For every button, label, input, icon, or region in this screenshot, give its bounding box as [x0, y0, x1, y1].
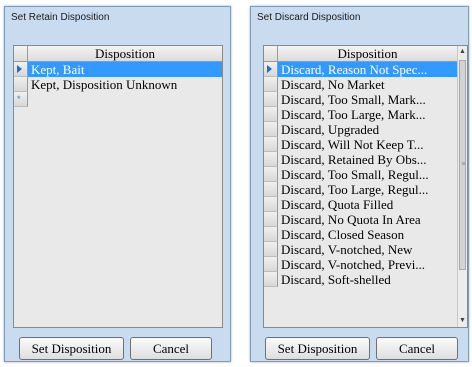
current-row-arrow-icon — [267, 65, 272, 73]
scrollbar-thumb[interactable]: ≡ — [459, 60, 466, 270]
new-row[interactable]: * — [14, 92, 28, 107]
row-selector[interactable] — [264, 167, 278, 182]
disposition-cell[interactable]: Kept, Bait — [28, 62, 222, 77]
row-selector[interactable] — [264, 62, 278, 77]
column-header-disposition[interactable]: Disposition — [278, 46, 457, 61]
row-selector[interactable] — [264, 107, 278, 122]
set-disposition-button[interactable]: Set Disposition — [19, 337, 124, 360]
new-row-asterisk-icon: * — [17, 94, 21, 104]
list-item[interactable]: Discard, Too Small, Regul... — [264, 167, 457, 182]
row-selector[interactable] — [264, 137, 278, 152]
set-disposition-button[interactable]: Set Disposition — [265, 337, 370, 360]
disposition-cell[interactable]: Kept, Disposition Unknown — [28, 77, 222, 92]
retain-dialog-title: Set Retain Disposition — [11, 12, 110, 23]
list-item[interactable]: Discard, V-notched, New — [264, 242, 457, 257]
column-header-disposition[interactable]: Disposition — [28, 46, 222, 61]
list-item[interactable]: Discard, Too Small, Mark... — [264, 92, 457, 107]
row-selector[interactable] — [264, 227, 278, 242]
cancel-button[interactable]: Cancel — [376, 337, 458, 360]
row-selector[interactable] — [264, 182, 278, 197]
list-item[interactable]: Kept, Bait — [14, 62, 222, 77]
disposition-cell[interactable]: Discard, Closed Season — [278, 227, 457, 242]
retain-dialog: Set Retain Disposition Disposition Kept,… — [4, 6, 231, 362]
row-selector[interactable] — [264, 272, 278, 287]
list-item[interactable]: Discard, Retained By Obs... — [264, 152, 457, 167]
cancel-button[interactable]: Cancel — [130, 337, 212, 360]
list-item[interactable]: Discard, Will Not Keep T... — [264, 137, 457, 152]
list-item[interactable]: Discard, Quota Filled — [264, 197, 457, 212]
list-item[interactable]: Discard, Reason Not Spec... — [264, 62, 457, 77]
disposition-cell[interactable]: Discard, Quota Filled — [278, 197, 457, 212]
disposition-cell[interactable]: Discard, Will Not Keep T... — [278, 137, 457, 152]
row-selector[interactable] — [264, 92, 278, 107]
disposition-cell[interactable]: Discard, Soft-shelled — [278, 272, 457, 287]
discard-dialog: Set Discard Disposition Disposition ▲ ≡ … — [250, 6, 469, 362]
list-item[interactable]: Discard, Upgraded — [264, 122, 457, 137]
disposition-cell[interactable]: Discard, Reason Not Spec... — [278, 62, 457, 77]
row-selector[interactable] — [264, 197, 278, 212]
grid-header: Disposition — [264, 46, 457, 62]
scrollbar-grip-icon: ≡ — [461, 161, 466, 168]
disposition-cell[interactable]: Discard, Upgraded — [278, 122, 457, 137]
list-item[interactable]: Discard, Too Large, Regul... — [264, 182, 457, 197]
disposition-cell[interactable]: Discard, V-notched, Previ... — [278, 257, 457, 272]
row-selector[interactable]: * — [14, 92, 28, 107]
row-selector[interactable] — [264, 122, 278, 137]
disposition-cell[interactable]: Discard, V-notched, New — [278, 242, 457, 257]
list-item[interactable]: Kept, Disposition Unknown — [14, 77, 222, 92]
disposition-cell[interactable]: Discard, Too Large, Mark... — [278, 107, 457, 122]
disposition-cell[interactable]: Discard, Retained By Obs... — [278, 152, 457, 167]
row-selector[interactable] — [264, 242, 278, 257]
list-item[interactable]: Discard, No Market — [264, 77, 457, 92]
header-corner — [264, 46, 278, 61]
list-item[interactable]: Discard, Closed Season — [264, 227, 457, 242]
disposition-cell[interactable]: Discard, Too Small, Regul... — [278, 167, 457, 182]
disposition-cell[interactable]: Discard, Too Large, Regul... — [278, 182, 457, 197]
list-item[interactable]: Discard, No Quota In Area — [264, 212, 457, 227]
list-item[interactable]: Discard, V-notched, Previ... — [264, 257, 457, 272]
discard-dialog-title: Set Discard Disposition — [257, 12, 361, 23]
row-selector[interactable] — [264, 212, 278, 227]
scroll-up-icon[interactable]: ▲ — [458, 46, 467, 58]
list-item[interactable]: Discard, Soft-shelled — [264, 272, 457, 287]
row-selector[interactable] — [14, 62, 28, 77]
vertical-scrollbar[interactable]: ▲ ≡ ▼ — [457, 46, 467, 327]
list-item[interactable]: Discard, Too Large, Mark... — [264, 107, 457, 122]
discard-disposition-grid[interactable]: Disposition ▲ ≡ ▼ Discard, Reason Not Sp… — [263, 45, 468, 328]
disposition-cell[interactable]: Discard, No Market — [278, 77, 457, 92]
row-selector[interactable] — [264, 257, 278, 272]
disposition-cell[interactable]: Discard, No Quota In Area — [278, 212, 457, 227]
header-corner — [14, 46, 28, 61]
grid-header: Disposition — [14, 46, 222, 62]
row-selector[interactable] — [264, 77, 278, 92]
retain-disposition-grid[interactable]: Disposition Kept, Bait Kept, Disposition … — [13, 45, 223, 328]
scroll-down-icon[interactable]: ▼ — [458, 315, 467, 327]
disposition-cell[interactable]: Discard, Too Small, Mark... — [278, 92, 457, 107]
row-selector[interactable] — [14, 77, 28, 92]
row-selector[interactable] — [264, 152, 278, 167]
current-row-arrow-icon — [17, 65, 22, 73]
